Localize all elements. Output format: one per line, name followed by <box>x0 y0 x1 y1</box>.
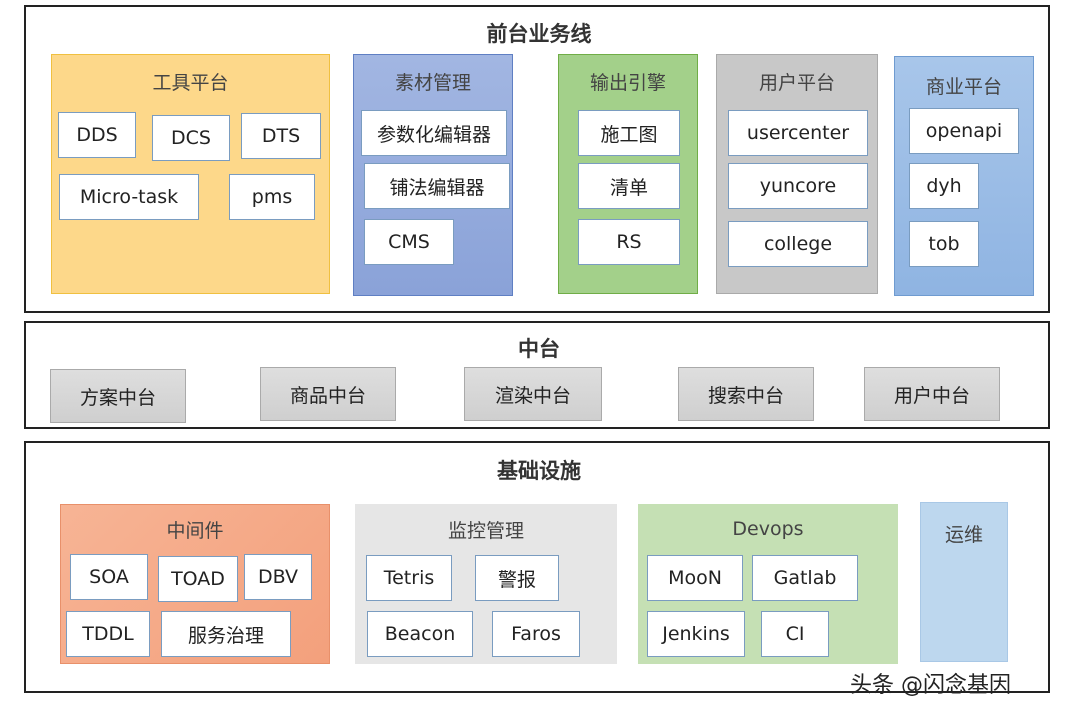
group-title-monitoring: 监控管理 <box>447 520 524 542</box>
box-micro-task: Micro-task <box>59 174 199 220</box>
box-moon: MooN <box>647 555 743 601</box>
box-service-governance: 服务治理 <box>161 611 291 657</box>
middle-item-render: 渲染中台 <box>464 367 602 421</box>
group-title-business: 商业平台 <box>925 76 1002 98</box>
group-title-tools: 工具平台 <box>152 72 229 94</box>
box-param-editor: 参数化编辑器 <box>361 110 507 156</box>
box-pms: pms <box>229 174 315 220</box>
box-yuncore: yuncore <box>728 163 868 209</box>
group-title-ops: 运维 <box>944 524 983 546</box>
box-dts: DTS <box>241 113 321 159</box>
box-construction-drawing: 施工图 <box>578 110 680 156</box>
box-dcs: DCS <box>152 115 230 161</box>
box-jenkins: Jenkins <box>647 611 745 657</box>
box-dds: DDS <box>58 112 136 158</box>
box-paving-editor: 铺法编辑器 <box>364 163 510 209</box>
box-faros: Faros <box>492 611 580 657</box>
group-title-user: 用户平台 <box>758 72 835 94</box>
group-title-middleware: 中间件 <box>166 520 224 542</box>
middle-item-plan: 方案中台 <box>50 369 186 423</box>
group-title-material: 素材管理 <box>394 72 471 94</box>
middle-item-goods: 商品中台 <box>260 367 396 421</box>
box-cms: CMS <box>364 219 454 265</box>
infra-layer-title: 基础设施 <box>497 459 581 483</box>
middle-item-search: 搜索中台 <box>678 367 814 421</box>
box-dbv: DBV <box>244 554 312 600</box>
box-ci: CI <box>761 611 829 657</box>
group-title-devops: Devops <box>732 518 804 540</box>
box-bill: 清单 <box>578 163 680 209</box>
box-rs: RS <box>578 219 680 265</box>
box-gatlab: Gatlab <box>752 555 858 601</box>
box-usercenter: usercenter <box>728 110 868 156</box>
box-college: college <box>728 221 868 267</box>
watermark: 头条 @闪念基因 <box>850 673 1011 698</box>
box-soa: SOA <box>70 554 148 600</box>
front-layer-title: 前台业务线 <box>486 22 592 46</box>
box-toad: TOAD <box>158 556 238 602</box>
box-dyh: dyh <box>909 163 979 209</box>
middle-item-user: 用户中台 <box>864 367 1000 421</box>
group-title-output: 输出引擎 <box>589 72 666 94</box>
middle-layer-title: 中台 <box>518 337 560 361</box>
box-alert: 警报 <box>475 555 559 601</box>
box-tddl: TDDL <box>66 611 150 657</box>
box-tetris: Tetris <box>366 555 452 601</box>
box-tob: tob <box>909 221 979 267</box>
box-openapi: openapi <box>909 108 1019 154</box>
box-beacon: Beacon <box>367 611 473 657</box>
